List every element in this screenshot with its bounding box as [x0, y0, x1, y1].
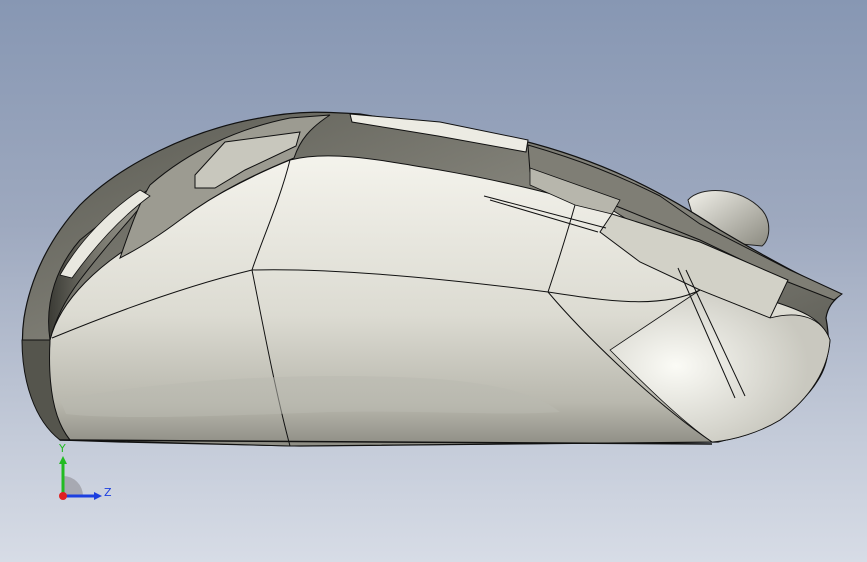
z-axis-label: Z — [104, 486, 112, 499]
mouse-model[interactable] — [0, 0, 867, 562]
cad-viewport[interactable]: Y Z — [0, 0, 867, 562]
y-axis-label: Y — [58, 442, 66, 455]
orientation-triad: Y Z — [58, 442, 112, 500]
x-axis — [59, 492, 67, 500]
